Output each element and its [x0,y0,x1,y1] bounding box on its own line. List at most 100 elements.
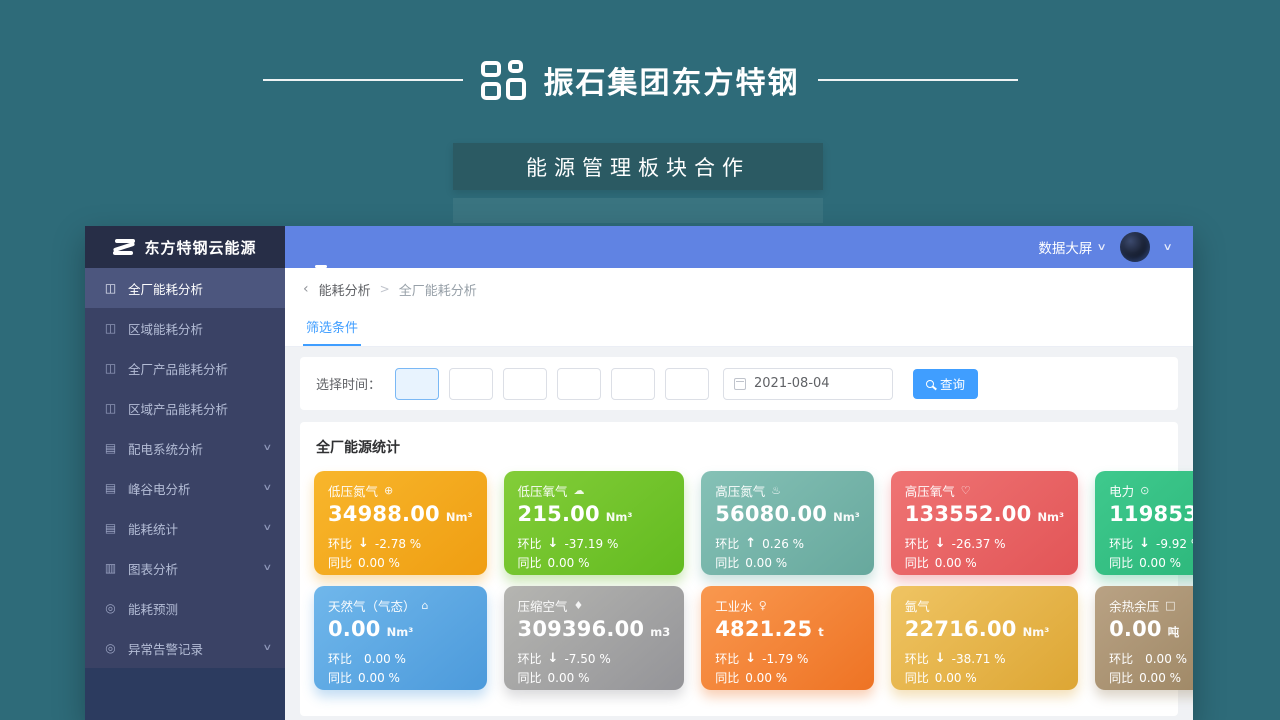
card-icon: ☁ [574,484,585,497]
card-title: 压缩空气 [518,596,568,615]
sidebar-item[interactable]: ▥ 图表分析 ∨ [85,548,285,588]
yoy-label: 同比 [518,554,542,571]
card-value: 309396.00 [518,617,645,641]
sidebar-item-icon: ◫ [103,281,118,295]
date-picker[interactable] [723,368,893,400]
energy-card[interactable]: 低压氮气 ⊕ 34988.00 Nm³ 环比 ↓ -2.78 % [314,471,487,575]
back-icon[interactable]: ‹ [303,281,309,297]
energy-card[interactable]: 天然气（气态） ⌂ 0.00 Nm³ 环比 0.00 % [314,586,487,690]
yoy-label: 同比 [715,669,739,686]
breadcrumb-parent[interactable]: 能耗分析 [319,280,371,299]
filter-label: 选择时间： [316,374,381,393]
card-icon: ⊕ [384,484,393,497]
sidebar-item[interactable]: ▤ 峰谷电分析 ∨ [85,468,285,508]
card-icon: ♨ [771,484,781,497]
yoy-value: 0.00 % [358,671,400,685]
sidebar-item-label: 区域能耗分析 [128,319,271,338]
mom-value: 0.00 % [364,652,406,666]
yoy-value: 0.00 % [935,556,977,570]
card-icon: ♀ [759,599,767,612]
nav-item[interactable] [461,226,501,268]
card-icon: ♦ [574,599,584,612]
nav-item[interactable] [381,226,421,268]
yoy-label: 同比 [905,554,929,571]
query-button[interactable]: 查询 [913,369,978,399]
nav-item[interactable] [301,226,341,268]
energy-card[interactable]: 压缩空气 ♦ 309396.00 m3 环比 ↓ -7.50 % [504,586,685,690]
trend-arrow-icon: ↓ [745,651,756,666]
sidebar-item[interactable]: ◫ 区域能耗分析 ∨ [85,308,285,348]
brand: 东方特钢云能源 [85,226,285,268]
sidebar-item-icon: ◫ [103,321,118,335]
sidebar-item[interactable]: ◫ 全厂能耗分析 ∨ [85,268,285,308]
date-input[interactable] [754,376,882,391]
energy-card[interactable]: 氩气 22716.00 Nm³ 环比 ↓ -38.71 % [891,586,1078,690]
mom-label: 环比 [1109,535,1133,552]
card-value: 0.00 [1109,617,1162,641]
nav-menu [301,226,1038,268]
card-value: 1198538.09 [1109,502,1193,526]
dashboard-window: 东方特钢云能源 数据大屏 ∨ ∨ ◫ 全厂能耗分析 ∨ ◫ [85,226,1193,720]
nav-item[interactable] [421,226,461,268]
card-title: 电力 [1109,481,1134,500]
mom-label: 环比 [328,650,352,667]
card-unit: 吨 [1168,624,1180,640]
mom-value: 0.00 % [1145,652,1187,666]
chevron-down-icon: ∨ [263,563,273,573]
sidebar-item-label: 图表分析 [128,559,264,578]
stats-title: 全厂能源统计 [316,437,1162,457]
yoy-value: 0.00 % [745,556,787,570]
energy-cards: 低压氮气 ⊕ 34988.00 Nm³ 环比 ↓ -2.78 % [314,471,1164,690]
trend-arrow-icon: ↓ [548,651,559,666]
energy-card[interactable]: 低压氧气 ☁ 215.00 Nm³ 环比 ↓ -37.19 % [504,471,685,575]
sidebar-item[interactable]: ▤ 配电系统分析 ∨ [85,428,285,468]
time-option-button[interactable] [449,368,493,400]
avatar[interactable] [1120,232,1150,262]
mom-value: 0.26 % [762,537,804,551]
card-value: 4821.25 [715,617,812,641]
mom-label: 环比 [1109,650,1133,667]
energy-card[interactable]: 高压氮气 ♨ 56080.00 Nm³ 环比 ↑ 0.26 % [701,471,874,575]
company-logo-icon [481,60,526,100]
mom-value: -7.50 % [564,652,610,666]
sidebar-item-label: 配电系统分析 [128,439,264,458]
mom-value: -1.79 % [762,652,808,666]
time-option-button[interactable] [665,368,709,400]
chevron-down-icon: ∨ [263,523,273,533]
time-option-button[interactable] [611,368,655,400]
yoy-value: 0.00 % [358,556,400,570]
sidebar-item[interactable]: ◫ 区域产品能耗分析 ∨ [85,388,285,428]
energy-card[interactable]: 电力 ⊙ 1198538.09 kw.h 环比 ↓ -9.92 % [1095,471,1193,575]
energy-card[interactable]: 高压氧气 ♡ 133552.00 Nm³ 环比 ↓ -26.37 % [891,471,1078,575]
sidebar-item-label: 能耗统计 [128,519,264,538]
card-title: 高压氧气 [905,481,955,500]
yoy-label: 同比 [1109,554,1133,571]
nav-item[interactable] [341,226,381,268]
card-unit: t [818,625,824,639]
time-option-button[interactable] [395,368,439,400]
chevron-down-icon: ∨ [263,483,273,493]
mom-value: -38.71 % [952,652,1006,666]
sidebar-item[interactable]: ◫ 全厂产品能耗分析 ∨ [85,348,285,388]
decor-line-left [263,79,463,81]
trend-arrow-icon: ↓ [935,536,946,551]
trend-arrow-icon: ↑ [745,536,756,551]
brand-name: 东方特钢云能源 [144,237,256,258]
mom-label: 环比 [905,650,929,667]
energy-card[interactable]: 工业水 ♀ 4821.25 t 环比 ↓ -1.79 % [701,586,874,690]
time-option-button[interactable] [503,368,547,400]
data-screen-link[interactable]: 数据大屏 ∨ [1038,237,1105,257]
sidebar-item[interactable]: ◎ 能耗预测 ∨ [85,588,285,628]
sidebar-item[interactable]: ◎ 异常告警记录 ∨ [85,628,285,668]
yoy-label: 同比 [328,554,352,571]
chevron-down-icon[interactable]: ∨ [1162,242,1172,253]
time-option-button[interactable] [557,368,601,400]
mom-label: 环比 [715,535,739,552]
tab-filter-conditions[interactable]: 筛选条件 [303,310,361,346]
sidebar-item-icon: ◫ [103,401,118,415]
breadcrumb: ‹ 能耗分析 > 全厂能耗分析 [285,268,1193,310]
energy-card[interactable]: 余热余压 □ 0.00 吨 环比 0.00 % [1095,586,1193,690]
sidebar-item-icon: ◫ [103,361,118,375]
card-unit: Nm³ [446,510,473,524]
sidebar-item[interactable]: ▤ 能耗统计 ∨ [85,508,285,548]
